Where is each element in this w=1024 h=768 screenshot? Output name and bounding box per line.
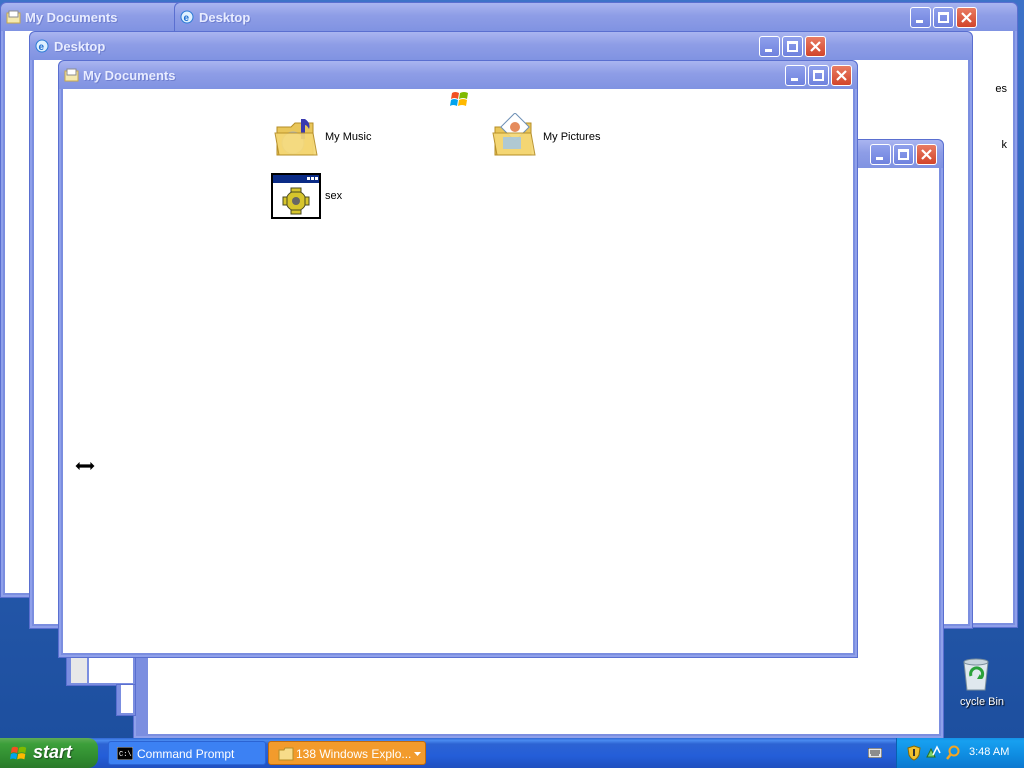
window-title: Desktop bbox=[199, 10, 251, 25]
security-shield-icon[interactable] bbox=[907, 745, 921, 761]
taskbar: start C:\ Command Prompt 138 Windows Exp… bbox=[0, 738, 1024, 768]
recycle-bin-label: cycle Bin bbox=[960, 696, 1005, 708]
close-icon bbox=[961, 12, 972, 23]
network-icon[interactable] bbox=[925, 745, 941, 761]
window-edge bbox=[116, 684, 136, 716]
svg-text:e: e bbox=[39, 42, 45, 53]
music-folder-icon bbox=[274, 119, 318, 156]
my-music-item[interactable]: My Music bbox=[273, 113, 371, 161]
window-title: Desktop bbox=[54, 39, 106, 54]
minimize-button[interactable] bbox=[910, 7, 931, 28]
taskbar-item-windows-explorer[interactable]: 138 Windows Explo... bbox=[268, 741, 426, 765]
ie-icon: e bbox=[35, 39, 49, 53]
keyboard-icon[interactable] bbox=[868, 748, 882, 758]
close-button[interactable] bbox=[956, 7, 977, 28]
clock[interactable]: 3:48 AM bbox=[969, 746, 1009, 758]
windows-logo-icon bbox=[10, 746, 27, 760]
close-icon bbox=[836, 70, 847, 81]
close-icon bbox=[921, 149, 932, 160]
close-button[interactable] bbox=[805, 36, 826, 57]
chevron-down-icon bbox=[414, 752, 421, 756]
item-label: My Pictures bbox=[543, 131, 601, 143]
recycle-bin-icon bbox=[963, 658, 989, 691]
start-button[interactable]: start bbox=[0, 738, 98, 768]
svg-text:e: e bbox=[184, 13, 190, 24]
pictures-folder-icon bbox=[492, 113, 536, 156]
program-item[interactable]: sex bbox=[271, 173, 342, 219]
ie-icon: e bbox=[180, 10, 194, 24]
windows-logo-icon bbox=[450, 92, 468, 106]
taskbar-item-label: Command Prompt bbox=[137, 747, 235, 761]
program-icon bbox=[271, 173, 321, 219]
start-label: start bbox=[33, 742, 73, 762]
maximize-button[interactable] bbox=[933, 7, 954, 28]
item-label: sex bbox=[325, 190, 343, 202]
taskbar-item-command-prompt[interactable]: C:\ Command Prompt bbox=[108, 741, 266, 765]
window-title: My Documents bbox=[25, 10, 118, 25]
folder-icon bbox=[64, 68, 79, 82]
maximize-button[interactable] bbox=[782, 36, 803, 57]
close-button[interactable] bbox=[916, 144, 937, 165]
partial-text: k bbox=[1001, 139, 1008, 151]
desktop: My Documents e Desktop es k e Desktop My… bbox=[0, 0, 1024, 738]
folder-icon bbox=[278, 747, 294, 761]
minimize-button[interactable] bbox=[870, 144, 891, 165]
window-titlebar[interactable]: My Documents bbox=[59, 61, 857, 89]
folder-icon bbox=[6, 10, 21, 24]
close-icon bbox=[810, 41, 821, 52]
minimize-button[interactable] bbox=[759, 36, 780, 57]
system-tray: 3:48 AM bbox=[896, 738, 1024, 768]
cmd-icon: C:\ bbox=[117, 747, 133, 760]
minimize-button[interactable] bbox=[785, 65, 806, 86]
window-title: My Documents bbox=[83, 68, 176, 83]
item-label: My Music bbox=[325, 131, 372, 143]
resize-cursor-icon bbox=[74, 460, 96, 472]
window-titlebar[interactable]: e Desktop bbox=[175, 3, 1017, 31]
search-icon[interactable] bbox=[945, 745, 961, 761]
window-titlebar[interactable]: e Desktop bbox=[30, 32, 972, 60]
maximize-button[interactable] bbox=[808, 65, 829, 86]
window-my-documents-front[interactable]: My Documents My Music My Pictures sex bbox=[58, 60, 858, 658]
my-pictures-item[interactable]: My Pictures bbox=[491, 113, 600, 161]
close-button[interactable] bbox=[831, 65, 852, 86]
svg-text:C:\: C:\ bbox=[119, 751, 132, 759]
window-content: My Music My Pictures sex bbox=[63, 89, 853, 653]
maximize-button[interactable] bbox=[893, 144, 914, 165]
taskbar-item-label: 138 Windows Explo... bbox=[296, 747, 412, 761]
partial-text: es bbox=[995, 83, 1007, 95]
